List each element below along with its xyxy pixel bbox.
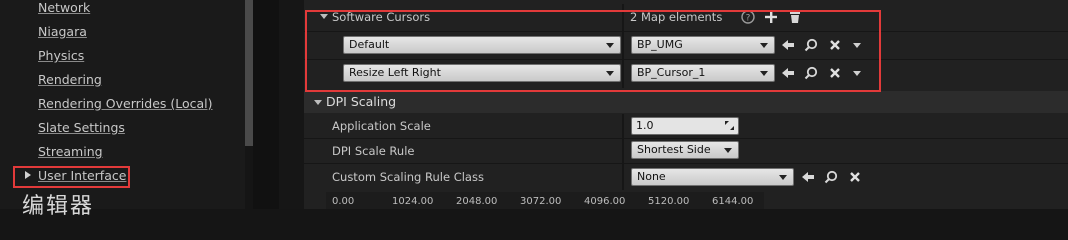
custom-scaling-rule-class-dropdown[interactable]: None <box>631 168 794 186</box>
dpi-curve-ruler: 0.00 1024.00 2048.00 3072.00 4096.00 512… <box>326 192 764 209</box>
sidebar-item-rendering-overrides-local[interactable]: Rendering Overrides (Local) <box>38 94 213 114</box>
ruler-tick-label: 0.00 <box>332 196 355 207</box>
column-divider <box>622 114 624 190</box>
highlight-box-user-interface <box>13 166 130 188</box>
highlight-box-software-cursors <box>305 10 881 92</box>
ruler-tick-label: 1024.00 <box>392 196 434 207</box>
custom-scaling-rule-class-value: None <box>637 170 666 183</box>
application-scale-input[interactable]: 1.0 <box>631 117 739 135</box>
sidebar-item-physics[interactable]: Physics <box>38 46 84 66</box>
drag-resize-icon <box>724 120 735 136</box>
sidebar-item-slate-settings[interactable]: Slate Settings <box>38 118 125 138</box>
browse-search-icon[interactable] <box>824 170 838 184</box>
collapse-arrow-icon[interactable] <box>314 100 322 105</box>
chevron-down-icon <box>724 148 732 153</box>
dpi-scaling-header[interactable]: DPI Scaling <box>304 91 1068 113</box>
sidebar-item-rendering[interactable]: Rendering <box>38 70 102 90</box>
dpi-scale-rule-dropdown[interactable]: Shortest Side <box>631 141 739 159</box>
custom-scaling-rule-class-label: Custom Scaling Rule Class <box>332 170 484 184</box>
application-scale-value: 1.0 <box>636 119 654 132</box>
dpi-scale-rule-row: DPI Scale Rule Shortest Side <box>304 139 1068 163</box>
dpi-scaling-title: DPI Scaling <box>326 94 397 109</box>
sidebar-item-niagara[interactable]: Niagara <box>38 22 87 42</box>
dpi-scale-rule-label: DPI Scale Rule <box>332 144 415 158</box>
ruler-tick-label: 4096.00 <box>584 196 626 207</box>
custom-scaling-rule-class-row: Custom Scaling Rule Class None <box>304 164 1068 190</box>
chevron-down-icon <box>779 175 787 180</box>
ruler-tick-label: 2048.00 <box>456 196 498 207</box>
use-selected-arrow-icon[interactable] <box>801 170 815 184</box>
dpi-scale-rule-value: Shortest Side <box>637 143 711 156</box>
ruler-tick-label: 3072.00 <box>520 196 562 207</box>
sidebar-item-streaming[interactable]: Streaming <box>38 142 103 162</box>
sidebar-scrollbar[interactable] <box>245 0 253 146</box>
application-scale-label: Application Scale <box>332 119 431 133</box>
panel-gutter-inner <box>279 0 304 209</box>
ruler-tick-label: 6144.00 <box>712 196 754 207</box>
ruler-tick-label: 5120.00 <box>648 196 690 207</box>
application-scale-row: Application Scale 1.0 <box>304 114 1068 138</box>
sidebar-item-network[interactable]: Network <box>38 0 90 18</box>
panel-gutter <box>253 0 279 209</box>
clear-x-icon[interactable] <box>848 170 862 184</box>
sidebar-section-heading: 编辑器 <box>22 194 95 219</box>
